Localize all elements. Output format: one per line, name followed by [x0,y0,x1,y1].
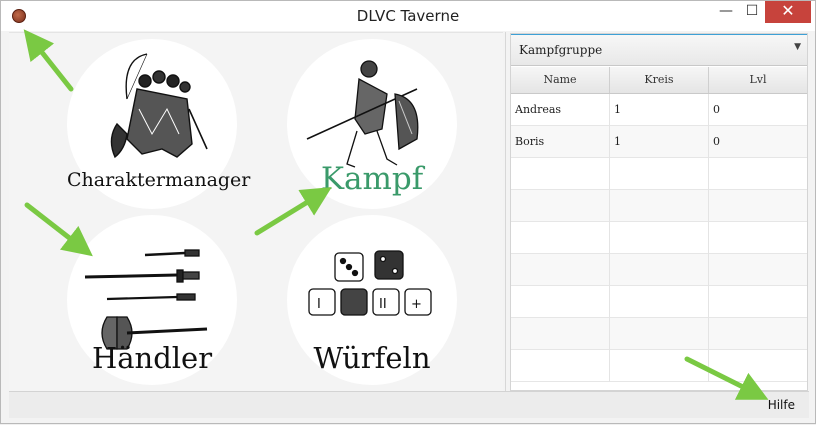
empty-row [511,318,807,350]
table-header: Name Kreis Lvl [511,67,807,94]
table-row[interactable]: Boris 1 0 [511,126,807,158]
column-header-kreis[interactable]: Kreis [610,67,709,93]
haendler-button[interactable]: Händler [67,215,237,385]
kampf-button[interactable]: Kampf [287,39,457,209]
group-select-value: Kampfgruppe [519,43,603,57]
empty-row [511,158,807,190]
empty-row [511,350,807,382]
column-header-name[interactable]: Name [511,67,610,93]
wuerfeln-button[interactable]: I II + Würfeln [287,215,457,385]
empty-row [511,254,807,286]
menu-label-wuerfeln: Würfeln [313,341,431,375]
group-panel: Kampfgruppe ▼ Name Kreis Lvl Andreas 1 0… [510,33,808,391]
charaktermanager-button[interactable]: Charaktermanager [67,39,251,209]
window-title: DLVC Taverne [356,7,460,25]
cell-kreis: 1 [610,126,709,158]
column-header-lvl[interactable]: Lvl [709,67,807,93]
cell-lvl: 0 [713,103,720,116]
chevron-down-icon: ▼ [794,42,801,52]
empty-row [511,222,807,254]
pane-divider[interactable] [505,32,506,391]
main-menu: Charaktermanager Kampf Händler I II + Wü… [9,32,503,392]
svg-text:I: I [317,297,321,312]
app-window: DLVC Taverne — ☐ ✕ Charaktermanager Kamp… [0,0,816,424]
cell-name: Boris [511,126,610,158]
minimize-button[interactable]: — [713,1,739,23]
menu-label-kampf: Kampf [320,161,424,197]
svg-text:II: II [379,297,387,312]
cell-name: Andreas [511,94,610,126]
status-bar: Hilfe [9,391,809,418]
empty-row [511,190,807,222]
svg-text:+: + [411,297,422,312]
maximize-button[interactable]: ☐ [739,1,765,23]
close-button[interactable]: ✕ [765,1,811,23]
table-row[interactable]: Andreas 1 0 [511,94,807,126]
cell-kreis: 1 [610,94,709,126]
menu-label-charaktermanager: Charaktermanager [67,169,251,191]
group-select[interactable]: Kampfgruppe ▼ [511,34,807,66]
cell-lvl: 0 [713,135,720,148]
help-link[interactable]: Hilfe [768,398,795,412]
empty-row [511,286,807,318]
menu-label-haendler: Händler [91,341,213,375]
title-bar: DLVC Taverne — ☐ ✕ [1,1,815,31]
